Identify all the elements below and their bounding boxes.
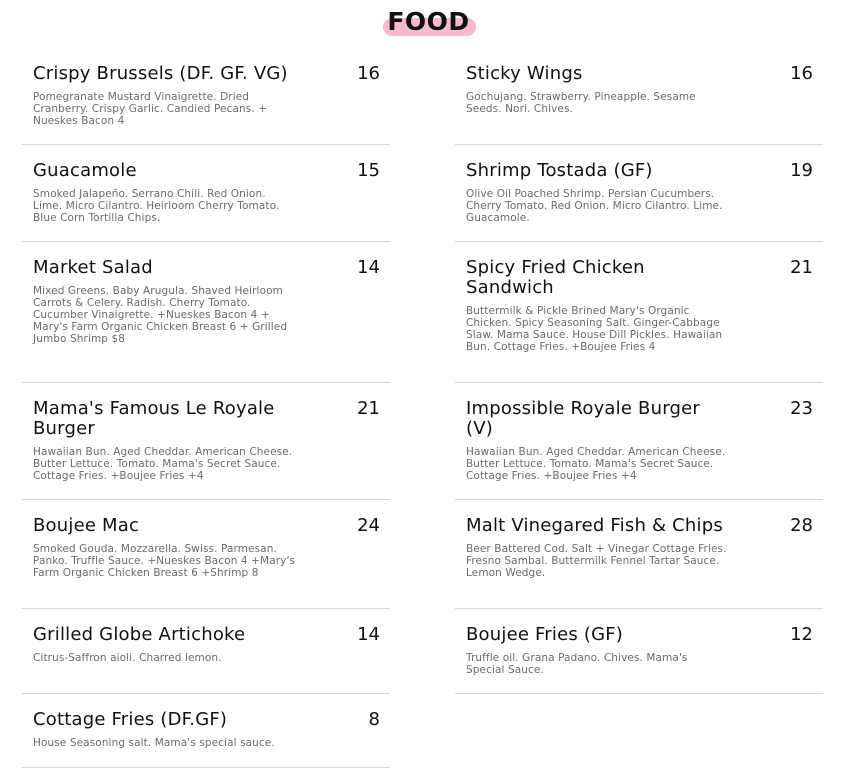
menu-item-name: Boujee Fries (GF) (466, 624, 624, 645)
menu-item-name: Impossible Royale Burger (V) (466, 398, 700, 439)
menu-item: Boujee Fries (GF) 12 Truffle oil. Grana … (455, 609, 823, 694)
page-title-text: FOOD (387, 7, 470, 36)
menu-item-price: 28 (790, 515, 813, 536)
menu-item: Cottage Fries (DF.GF) 8 House Seasoning … (22, 694, 390, 768)
menu-item-name: Market Salad (33, 257, 153, 278)
menu-item-description: Smoked Gouda. Mozzarella. Swiss. Parmesa… (33, 543, 296, 579)
menu-item-price: 23 (790, 398, 813, 419)
menu-item-price: 8 (368, 709, 380, 730)
menu-item: Sticky Wings 16 Gochujang. Strawberry. P… (455, 48, 823, 145)
menu-item: Mama's Famous Le Royale Burger 21 Hawaii… (22, 383, 390, 500)
menu-item: Impossible Royale Burger (V) 23 Hawaiian… (455, 383, 823, 500)
menu-item-name: Malt Vinegared Fish & Chips (466, 515, 723, 536)
menu-item-name: Guacamole (33, 160, 137, 181)
menu-column-right: Sticky Wings 16 Gochujang. Strawberry. P… (455, 48, 823, 694)
menu-item-name: Crispy Brussels (DF. GF. VG) (33, 63, 288, 84)
menu-item-description: Olive Oil Poached Shrimp. Persian Cucumb… (466, 188, 723, 224)
page-title: FOOD (383, 6, 476, 38)
menu-item-description: Hawaiian Bun. Aged Cheddar. American Che… (466, 446, 726, 482)
menu-item-name: Shrimp Tostada (GF) (466, 160, 653, 181)
menu-item: Spicy Fried Chicken Sandwich 21 Buttermi… (455, 242, 823, 383)
menu-item: Boujee Mac 24 Smoked Gouda. Mozzarella. … (22, 500, 390, 609)
menu-item-description: Truffle oil. Grana Padano. Chives. Mama'… (466, 652, 688, 676)
menu-item: Crispy Brussels (DF. GF. VG) 16 Pomegran… (22, 48, 390, 145)
menu-item-price: 15 (357, 160, 380, 181)
menu-item-description: Pomegranate Mustard Vinaigrette. Dried C… (33, 91, 268, 127)
menu-item-name: Cottage Fries (DF.GF) (33, 709, 228, 730)
menu-item-name: Boujee Mac (33, 515, 140, 536)
menu-item-description: Smoked Jalapeño. Serrano Chili. Red Onio… (33, 188, 280, 224)
menu-item: Shrimp Tostada (GF) 19 Olive Oil Poached… (455, 145, 823, 242)
menu-item-name: Grilled Globe Artichoke (33, 624, 246, 645)
menu-item-description: Beer Battered Cod. Salt + Vinegar Cottag… (466, 543, 727, 579)
menu-item-price: 24 (357, 515, 380, 536)
menu-item: Guacamole 15 Smoked Jalapeño. Serrano Ch… (22, 145, 390, 242)
menu-item-price: 16 (357, 63, 380, 84)
menu-item: Malt Vinegared Fish & Chips 28 Beer Batt… (455, 500, 823, 609)
menu-item-description: Citrus-Saffron aioli. Charred lemon. (33, 652, 222, 664)
menu-column-left: Crispy Brussels (DF. GF. VG) 16 Pomegran… (22, 48, 390, 768)
menu-item-description: Gochujang. Strawberry. Pineapple. Sesame… (466, 91, 696, 115)
menu-item-description: Mixed Greens. Baby Arugula. Shaved Heirl… (33, 285, 288, 345)
menu-item-name: Spicy Fried Chicken Sandwich (466, 257, 645, 298)
menu-item-price: 12 (790, 624, 813, 645)
menu-item-name: Sticky Wings (466, 63, 583, 84)
menu-header: FOOD (0, 6, 857, 38)
menu-item-description: Hawaiian Bun. Aged Cheddar. American Che… (33, 446, 293, 482)
menu-item-price: 16 (790, 63, 813, 84)
menu-item-description: House Seasoning salt. Mama's special sau… (33, 737, 275, 749)
menu-item-price: 14 (357, 257, 380, 278)
menu-item-price: 21 (357, 398, 380, 419)
menu-item-name: Mama's Famous Le Royale Burger (33, 398, 275, 439)
menu-item-description: Buttermilk & Pickle Brined Mary's Organi… (466, 305, 723, 353)
menu-item: Grilled Globe Artichoke 14 Citrus-Saffro… (22, 609, 390, 694)
menu-item-price: 14 (357, 624, 380, 645)
menu-item-price: 19 (790, 160, 813, 181)
menu-item-price: 21 (790, 257, 813, 278)
menu-item: Market Salad 14 Mixed Greens. Baby Arugu… (22, 242, 390, 383)
